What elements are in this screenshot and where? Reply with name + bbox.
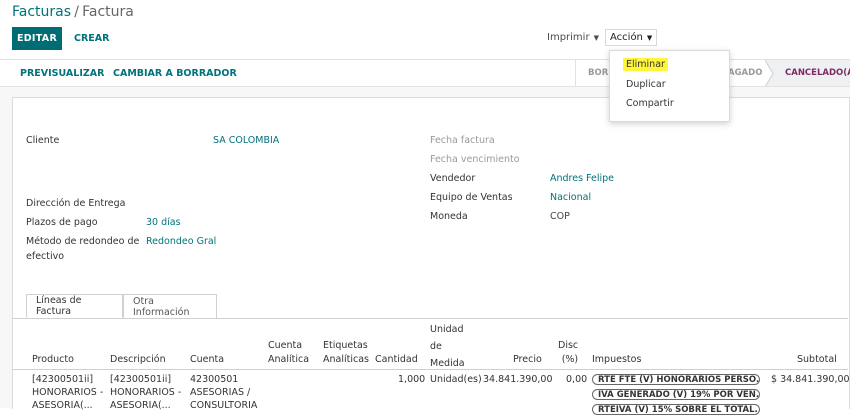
salesperson-label: Vendedor [430,173,476,184]
menu-item-duplicate[interactable]: Duplicar [626,79,666,90]
cell-quantity: 1,000 [398,374,426,385]
salesperson-link[interactable]: Andres Felipe [550,173,614,184]
column-header-uom[interactable]: Unidad de Medida [430,321,465,372]
invoice-date-label: Fecha factura [430,135,495,146]
payment-terms-label: Plazos de pago [26,217,98,228]
cell-line: [4230050​1ii] [32,374,94,385]
stage-cancelled[interactable]: CANCELADO(A) [785,60,850,86]
stage-paid[interactable]: AGADO [728,60,762,86]
tab-invoice-lines[interactable]: Líneas de Factura [26,294,123,318]
cell-line: [4230050​1ii] [110,374,172,385]
menu-item-delete-label: Eliminar [623,58,668,71]
table-header-divider [12,369,848,370]
cell-product: [4230050​1ii] HONORARIOS - ASESORIA(... [32,373,103,412]
tab-other-info[interactable]: Otra Información [123,294,217,318]
customer-link[interactable]: SA COLOMBIA [213,135,279,146]
cell-line: CONSULTORIA [190,400,258,411]
breadcrumb-current: Factura [82,4,134,20]
tax-tag: IVA GENERADO (V) 19% POR VEN... [592,389,760,400]
tax-tag: RTEIVA (V) 15% SOBRE EL TOTAL... [592,404,760,415]
cell-line: ASESORIA(... [32,400,93,411]
cell-line: HONORARIOS - [110,387,182,398]
header-line: de [430,341,442,352]
tax-tag: RTE FTE (V) HONORARIOS PERSO... [592,374,760,385]
caret-down-icon: ▼ [646,34,653,42]
header-line: (%) [561,354,579,365]
cell-discount: 0,00 [566,374,588,385]
rounding-label-line1: Método de redondeo de [26,236,140,247]
breadcrumb-facturas-link[interactable]: Facturas [12,4,71,20]
edit-button[interactable]: EDITAR [12,27,62,50]
currency-label: Moneda [430,211,468,222]
action-label: Acción [610,32,643,43]
reset-to-draft-button[interactable]: CAMBIAR A BORRADOR [113,68,237,79]
cell-line: HONORARIOS - [32,387,104,398]
preview-button[interactable]: PREVISUALIZAR [20,68,104,79]
header-line: Analíticas [323,354,369,365]
print-label: Imprimir [547,32,590,43]
create-button[interactable]: CREAR [74,33,109,44]
action-menu: Eliminar Duplicar Compartir [609,50,730,122]
delivery-address-label: Dirección de Entrega [26,198,126,209]
rounding-label-line2: efectivo [26,251,65,262]
cell-subtotal: $ 34.841.390,00 [771,374,850,385]
menu-item-share[interactable]: Compartir [626,98,674,109]
currency-value: COP [550,211,570,222]
due-date-label: Fecha vencimiento [430,154,520,165]
customer-label: Cliente [26,135,60,146]
cell-account: 42300501 ASESORIAS / CONSULTORIA [190,373,257,412]
column-header-analytic-account[interactable]: Cuenta Analítica [268,337,309,368]
cell-line: ASESORIAS / [190,387,251,398]
column-header-subtotal[interactable]: Subtotal [797,351,837,368]
tabs-divider [12,318,848,319]
header-line: Unidad [430,324,464,335]
column-header-taxes[interactable]: Impuestos [592,351,641,368]
cell-line: ASESORIA(... [110,400,171,411]
sales-team-label: Equipo de Ventas [430,192,513,203]
column-header-analytic-tags[interactable]: Etiquetas Analíticas [323,337,369,368]
header-line: Analítica [268,354,310,365]
cell-price: 34.841.390,00 [483,374,553,385]
column-header-product[interactable]: Producto [32,351,74,368]
column-header-description[interactable]: Descripción [110,351,166,368]
column-header-price[interactable]: Precio [513,351,542,368]
rounding-method-link[interactable]: Redondeo Gral [146,236,216,247]
menu-item-delete[interactable]: Eliminar [623,58,668,71]
cell-line: 42300501 [190,374,239,385]
breadcrumb: Facturas / Factura [12,4,134,20]
breadcrumb-separator: / [74,4,79,20]
action-dropdown[interactable]: Acción ▼ [605,29,658,46]
caret-down-icon: ▼ [593,34,599,42]
print-dropdown[interactable]: Imprimir ▼ [547,32,599,43]
cell-uom: Unidad(es) [430,374,482,385]
sales-team-link[interactable]: Nacional [550,192,591,203]
column-header-account[interactable]: Cuenta [190,351,224,368]
payment-terms-link[interactable]: 30 días [146,217,181,228]
column-header-discount[interactable]: Disc (%) [558,337,578,368]
cell-description: [4230050​1ii] HONORARIOS - ASESORIA(... [110,373,181,412]
column-header-quantity[interactable]: Cantidad [375,351,418,368]
